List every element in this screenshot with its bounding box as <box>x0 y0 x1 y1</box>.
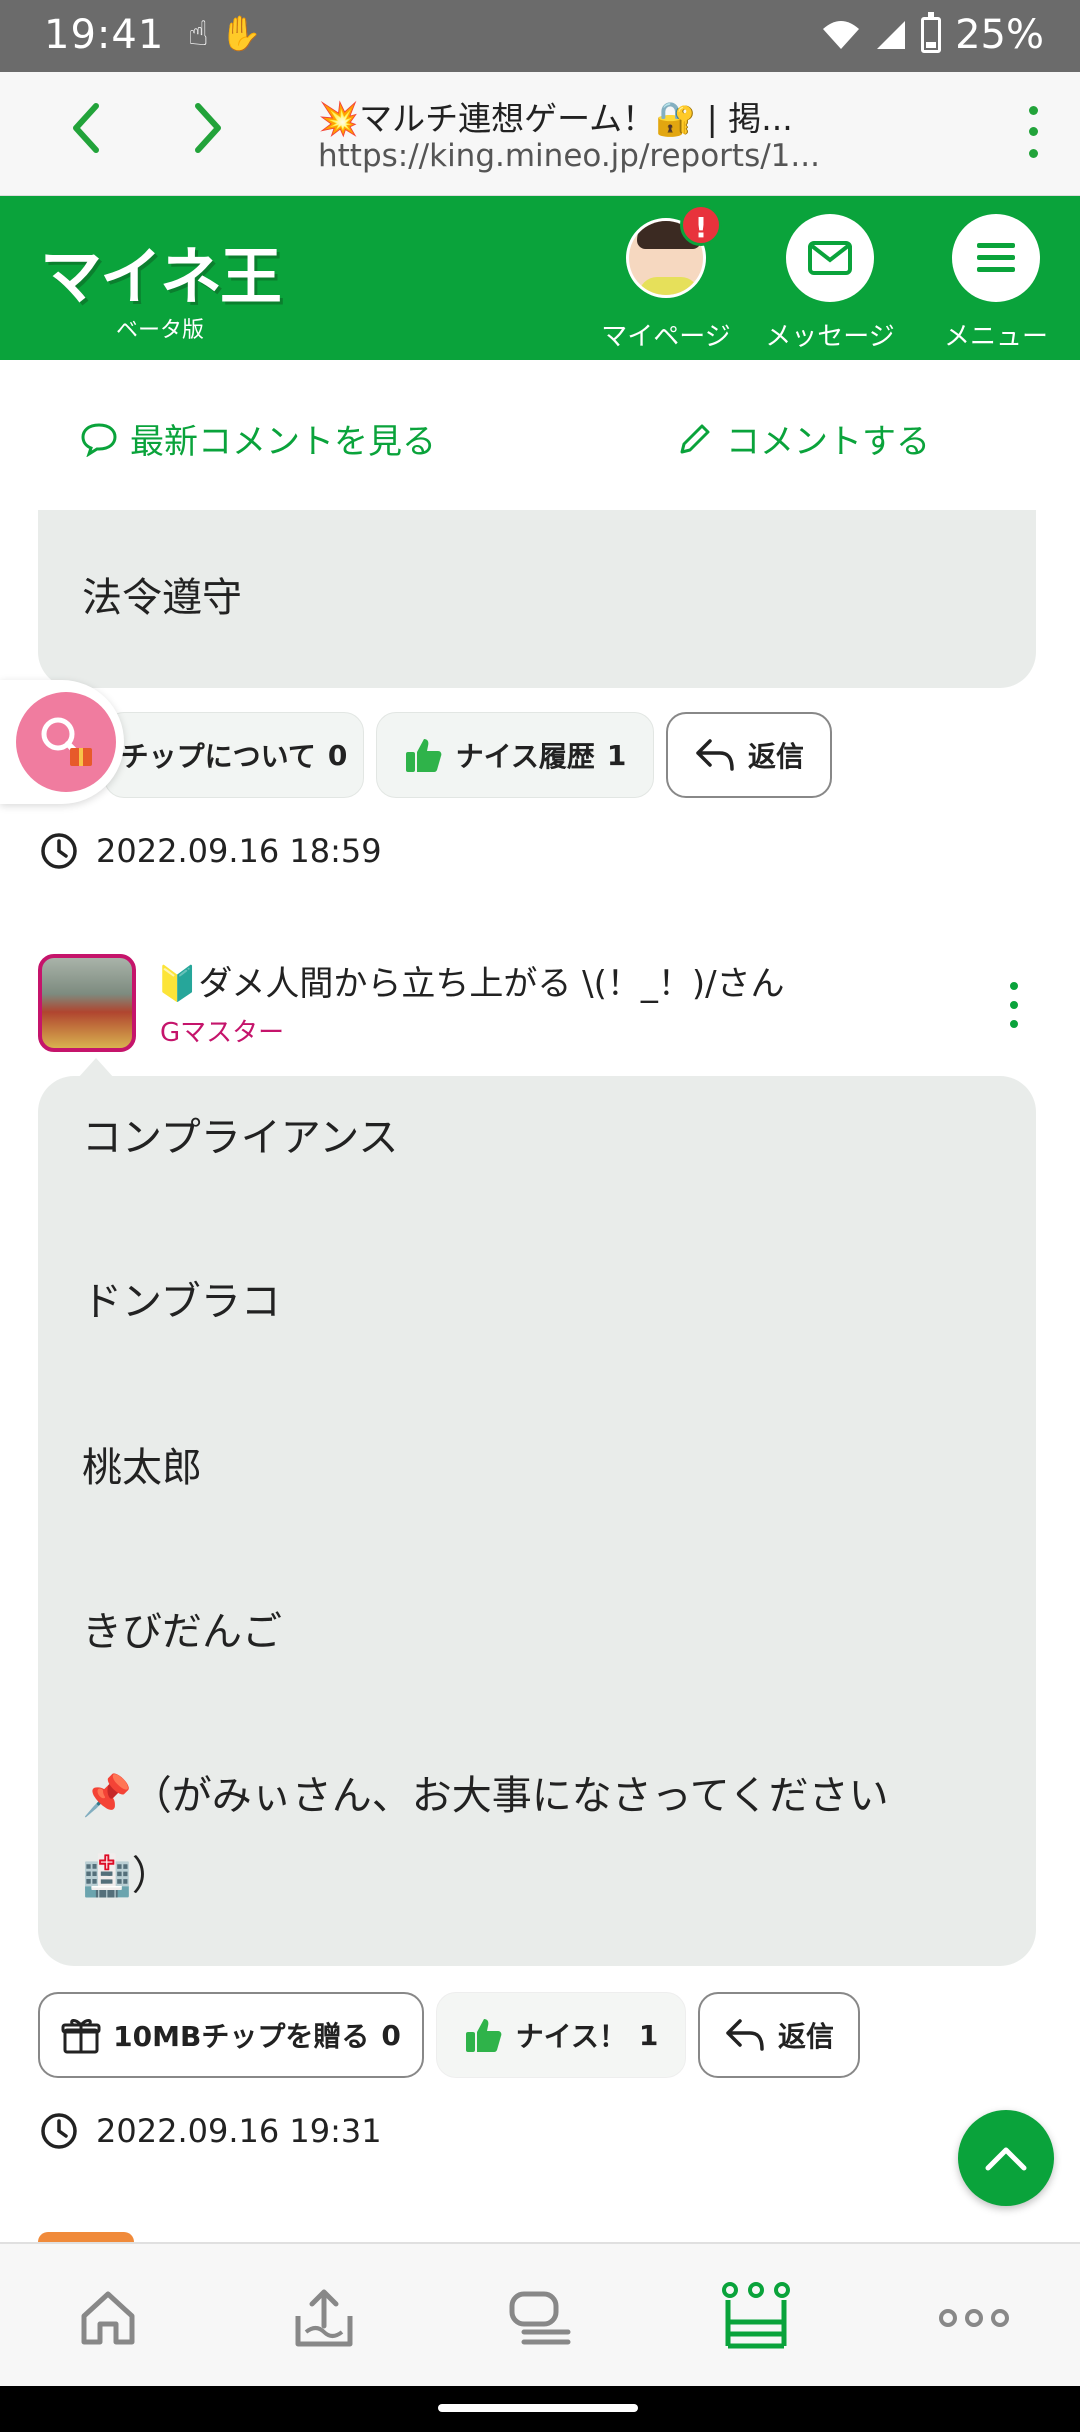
post-comment-link[interactable]: コメントする <box>676 414 930 463</box>
post-comment-label: コメントする <box>726 422 930 462</box>
nice-history-button[interactable]: ナイス履歴 1 <box>376 712 654 798</box>
clock-icon <box>41 833 77 869</box>
home-gesture-pill[interactable] <box>438 2404 638 2412</box>
latest-comments-link[interactable]: 最新コメントを見る <box>80 414 436 463</box>
timestamp-text: 2022.09.16 18:59 <box>96 832 382 870</box>
page-title[interactable]: 💥マルチ連想ゲーム！🔐 | 掲... <box>318 92 918 140</box>
forward-arrow-icon[interactable] <box>176 100 240 164</box>
forum-icon <box>509 2291 571 2345</box>
wifi-icon <box>823 21 860 49</box>
author-avatar[interactable] <box>38 954 136 1052</box>
comment-line: きびだんご <box>82 1609 282 1655</box>
king-crown-icon <box>722 2282 790 2349</box>
comment-author-row: 🔰ダメ人間から立ち上がる \(！_！)/さん Gマスター <box>38 954 1048 1054</box>
comment-timestamp: 2022.09.16 18:59 <box>40 832 382 870</box>
comment-line: 桃太郎 <box>82 1445 202 1491</box>
envelope-icon <box>808 241 852 275</box>
reply-label: 返信 <box>747 740 804 773</box>
latest-comments-label: 最新コメントを見る <box>130 422 436 462</box>
reply-button[interactable]: 返信 <box>666 712 832 798</box>
signal-icon <box>877 21 906 49</box>
timestamp-text: 2022.09.16 19:31 <box>96 2112 382 2150</box>
home-icon <box>81 2291 135 2345</box>
nice-history-label: ナイス履歴 <box>455 740 595 773</box>
pencil-icon <box>680 424 710 453</box>
battery-icon <box>921 12 942 53</box>
tab-forum[interactable] <box>500 2282 580 2354</box>
gift-icon <box>61 2019 101 2054</box>
system-nav-bar <box>0 2386 1080 2432</box>
comment-menu-icon[interactable] <box>1002 982 1026 1028</box>
reply-arrow-icon <box>726 2019 764 2051</box>
author-name[interactable]: 🔰ダメ人間から立ち上がる \(！_！)/さん <box>156 956 785 1005</box>
status-right: 25% <box>821 12 1044 58</box>
speech-bubble-icon <box>81 422 117 457</box>
chevron-up-icon <box>985 2147 1027 2171</box>
nice-count: 1 <box>638 2018 659 2052</box>
notification-badge: ! <box>680 204 722 246</box>
tab-upload[interactable] <box>284 2282 364 2354</box>
clock-icon <box>41 2113 77 2149</box>
tip-info-label: チップについて <box>120 740 316 773</box>
reply-label: 返信 <box>777 2020 834 2053</box>
bottom-tab-bar <box>0 2242 1080 2386</box>
menu-label: メニュー <box>943 322 1048 352</box>
menu-button[interactable]: メニュー <box>926 214 1066 353</box>
status-time: 19:41 <box>44 12 165 58</box>
nice-button[interactable]: ナイス！ 1 <box>436 1992 686 2078</box>
comment-action-bar: 最新コメントを見る コメントする <box>0 360 1080 510</box>
site-logo[interactable]: マイネ王 <box>40 226 282 316</box>
tab-more[interactable] <box>934 2282 1014 2354</box>
back-arrow-icon[interactable] <box>54 100 118 164</box>
hamburger-icon <box>977 243 1015 272</box>
status-bar: 19:41 ☝ ✋ 25% <box>0 0 1080 72</box>
nice-label: ナイス！ <box>515 2020 627 2053</box>
bubble-tail <box>78 1058 114 1078</box>
mypage-label: マイページ <box>601 322 731 352</box>
battery-percent: 25% <box>955 12 1044 58</box>
thumbs-up-icon <box>405 739 442 772</box>
tip-count: 0 <box>381 2018 401 2052</box>
author-rank-badge: Gマスター <box>160 1018 285 1048</box>
reply-arrow-icon <box>696 739 734 771</box>
message-button[interactable]: メッセージ <box>760 214 900 353</box>
more-icon <box>939 2309 1009 2327</box>
tip-info-button[interactable]: チップについて 0 <box>104 712 364 798</box>
upload-icon <box>295 2289 353 2347</box>
scroll-to-top-button[interactable] <box>958 2110 1054 2206</box>
comment-line: 📌（がみぃさん、お大事になさってください <box>82 1773 889 1819</box>
comment-bubble-previous: 法令遵守 <box>38 510 1036 688</box>
browser-menu-icon[interactable] <box>1016 100 1050 164</box>
message-label: メッセージ <box>765 322 895 352</box>
comment-bubble-main: コンプライアンス ドンブラコ 桃太郎 きびだんご 📌（がみぃさん、お大事になさっ… <box>38 1076 1036 1966</box>
browser-toolbar: 💥マルチ連想ゲーム！🔐 | 掲... https://king.mineo.jp… <box>0 72 1080 196</box>
notification-icons: ☝ ✋ <box>188 14 262 54</box>
comment-text: 法令遵守 <box>82 575 242 621</box>
floating-search-button[interactable] <box>0 680 124 804</box>
next-comment-avatar-peek <box>38 2232 134 2242</box>
comment-line: コンプライアンス <box>82 1115 399 1161</box>
logo-beta-label: ベータ版 <box>116 318 205 343</box>
comment-line: 🏥） <box>82 1853 172 1899</box>
mypage-button[interactable]: ! マイページ <box>596 204 736 353</box>
site-header: マイネ王 ベータ版 ! マイページ メッセージ メニュー <box>0 196 1080 360</box>
reply-button[interactable]: 返信 <box>698 1992 860 2078</box>
page-url[interactable]: https://king.mineo.jp/reports/1... <box>318 138 918 174</box>
tip-count: 0 <box>327 738 348 772</box>
send-tip-label: 10MBチップを贈る <box>113 2020 370 2053</box>
nice-count: 1 <box>606 738 627 772</box>
send-tip-button[interactable]: 10MBチップを贈る 0 <box>38 1992 424 2078</box>
search-gift-icon <box>41 717 92 766</box>
tab-home[interactable] <box>68 2282 148 2354</box>
tab-king[interactable] <box>716 2282 796 2354</box>
comment-line: ドンブラコ <box>82 1279 281 1325</box>
comment-timestamp: 2022.09.16 19:31 <box>40 2112 382 2150</box>
thumbs-up-icon <box>465 2019 502 2052</box>
